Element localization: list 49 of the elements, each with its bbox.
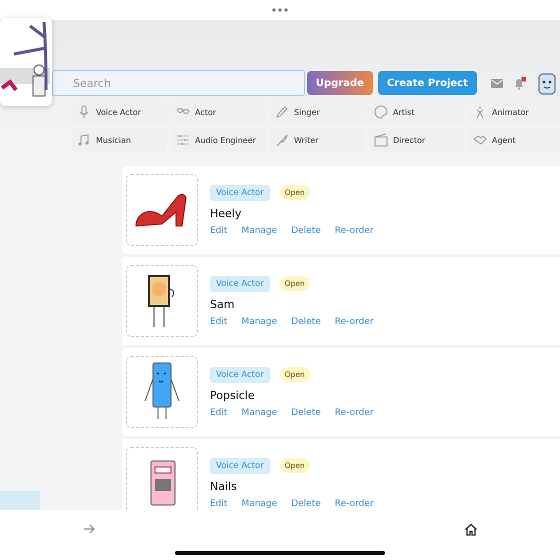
mail-icon[interactable]	[490, 78, 503, 88]
quill-icon	[275, 133, 289, 147]
clapperboard-icon	[374, 133, 388, 147]
category-chip[interactable]: Audio Engineer	[171, 128, 266, 152]
create-project-button[interactable]: Create Project	[378, 71, 477, 95]
action-link[interactable]: Edit	[210, 408, 228, 418]
action-link[interactable]: Delete	[291, 226, 321, 236]
music-note-icon	[77, 133, 91, 147]
project-name: Nails	[210, 480, 238, 492]
action-link[interactable]: Manage	[241, 226, 278, 236]
upgrade-button[interactable]: Upgrade	[306, 71, 373, 95]
microphone-icon	[77, 105, 91, 119]
pencil-icon	[275, 105, 289, 119]
action-link[interactable]: Re-order	[334, 226, 374, 236]
category-chip[interactable]: Director	[369, 128, 464, 152]
action-link[interactable]: Manage	[241, 498, 278, 508]
action-link[interactable]: Edit	[210, 316, 228, 326]
arrow-right-icon[interactable]	[83, 524, 95, 534]
more-dots-icon[interactable]	[272, 8, 288, 12]
action-link[interactable]: Edit	[210, 498, 228, 508]
category-chip[interactable]: Writer	[270, 128, 365, 152]
sliders-icon	[176, 133, 190, 147]
action-link[interactable]: Manage	[241, 408, 278, 418]
bell-icon[interactable]	[512, 76, 526, 90]
action-link[interactable]: Edit	[210, 226, 228, 236]
category-chip[interactable]: Agent	[468, 128, 560, 152]
image-frame[interactable]	[126, 265, 198, 337]
action-link[interactable]: Delete	[291, 316, 321, 326]
palette-icon	[374, 105, 388, 119]
image-frame[interactable]	[126, 174, 198, 246]
sidebar-highlight	[0, 491, 40, 510]
project-name: Sam	[210, 298, 236, 310]
search-field[interactable]: Search	[52, 70, 305, 96]
category-chip[interactable]: Musician	[72, 128, 167, 152]
image-frame[interactable]	[126, 356, 198, 428]
project-name: Heely	[210, 206, 242, 220]
role-tag: Voice Actor	[210, 276, 270, 292]
home-icon[interactable]	[464, 523, 478, 536]
action-link[interactable]: Manage	[241, 316, 278, 326]
role-tag: Voice Actor	[210, 184, 270, 200]
action-link[interactable]: Delete	[291, 498, 321, 508]
role-tag: Voice Actor	[210, 458, 270, 474]
role-tag: Voice Actor	[210, 366, 270, 382]
action-link[interactable]: Re-order	[334, 408, 374, 418]
drawing-thumbnail[interactable]	[0, 18, 52, 106]
action-link[interactable]: Re-order	[334, 498, 374, 508]
action-link[interactable]: Re-order	[334, 316, 374, 326]
project-name: Popsicle	[210, 388, 256, 402]
action-link[interactable]: Delete	[291, 408, 321, 418]
